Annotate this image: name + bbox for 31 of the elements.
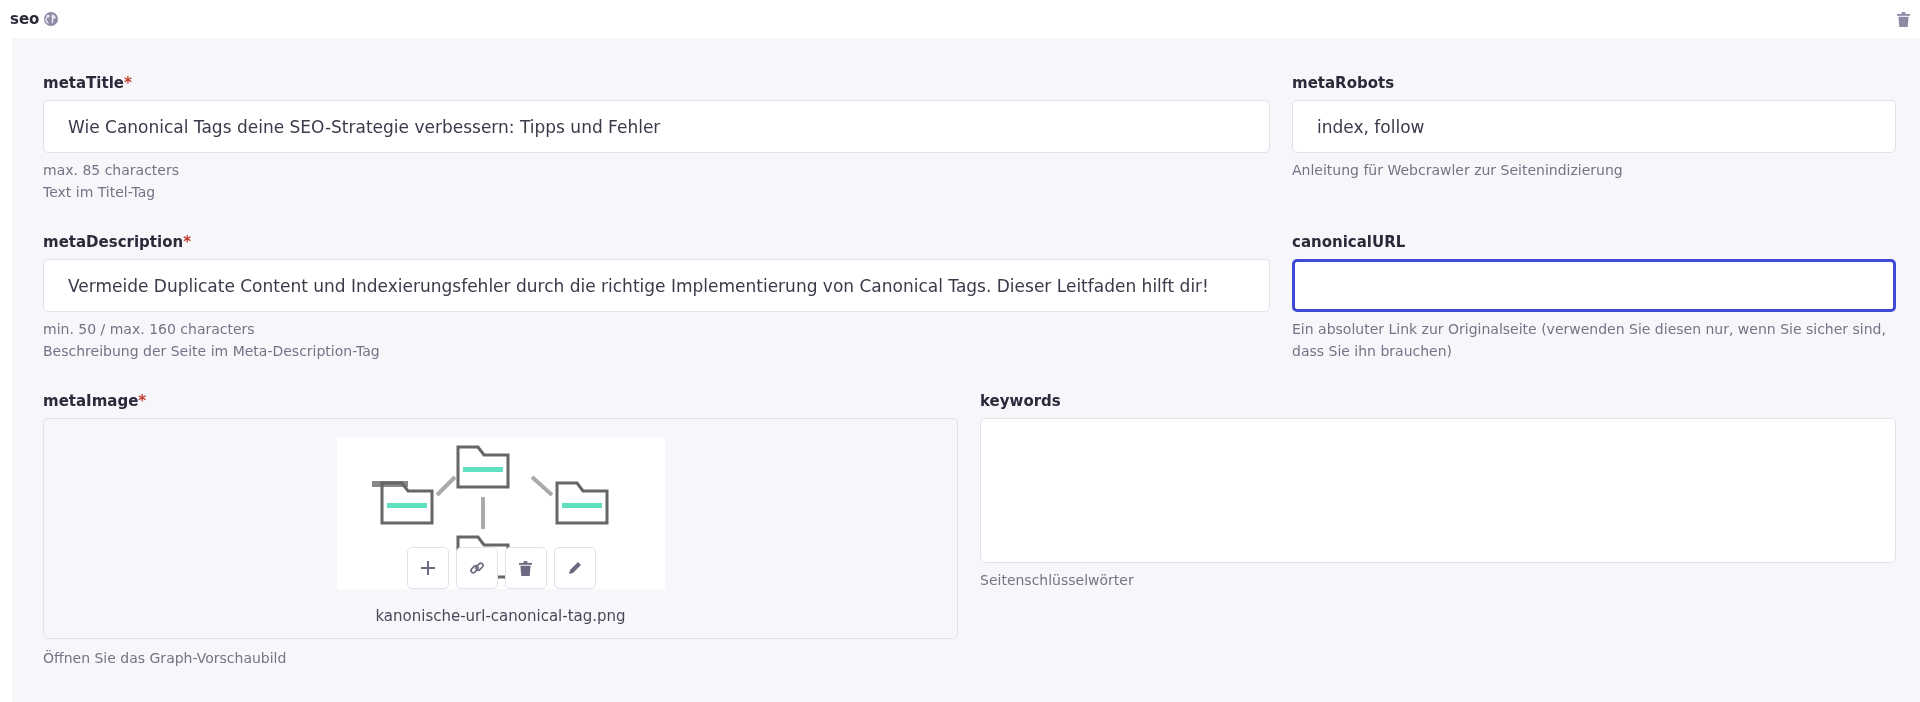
field-hint: Beschreibung der Seite im Meta-Description-Tag	[43, 342, 381, 361]
field-hint: Öffnen Sie das Graph-Vorschaubild	[43, 649, 288, 668]
field-label: metaDescription*	[43, 233, 192, 251]
trash-icon[interactable]	[1897, 11, 1910, 27]
field-hint: Text im Titel-Tag	[43, 183, 157, 202]
pencil-icon	[566, 560, 583, 576]
field-label: canonicalURL	[1292, 233, 1407, 251]
field-hint: Ein absoluter Link zur Originalseite (verwenden Sie diesen nur, wenn Sie sicher sind, dass Sie ihn brauchen)	[1292, 320, 1887, 361]
field-hint: min. 50 / max. 160 characters	[43, 320, 256, 339]
file-name: kanonische-url-canonical-tag.png	[375, 607, 626, 625]
field-label: metaRobots	[1292, 74, 1396, 92]
input-field[interactable]: Vermeide Duplicate Content und Indexierungsfehler durch die richtige Implementierung von Canonical Tags. Dieser Leitfaden hilft dir!	[43, 259, 1270, 312]
field-label: metaImage*	[43, 392, 148, 410]
globe-icon	[43, 11, 60, 27]
input-field[interactable]: index, follow	[1292, 100, 1896, 153]
input-field[interactable]: Wie Canonical Tags deine SEO-Strategie verbessern: Tipps und Fehler	[43, 100, 1270, 153]
field-label: metaTitle*	[43, 74, 133, 92]
link-icon	[468, 560, 485, 576]
delete-button[interactable]	[504, 547, 547, 589]
link-button[interactable]	[455, 547, 498, 589]
trash-icon	[519, 560, 532, 576]
edit-button[interactable]	[553, 547, 596, 589]
section-title: seo	[10, 10, 40, 28]
add-button[interactable]	[406, 547, 449, 589]
field-hint: max. 85 characters	[43, 161, 180, 180]
plus-icon	[419, 560, 436, 576]
input-field[interactable]	[1292, 259, 1896, 312]
field-label: keywords	[980, 392, 1062, 410]
field-hint: Anleitung für Webcrawler zur Seitenindizierung	[1292, 161, 1624, 180]
field-hint: Seitenschlüsselwörter	[980, 571, 1135, 590]
textarea-field[interactable]	[980, 418, 1896, 563]
